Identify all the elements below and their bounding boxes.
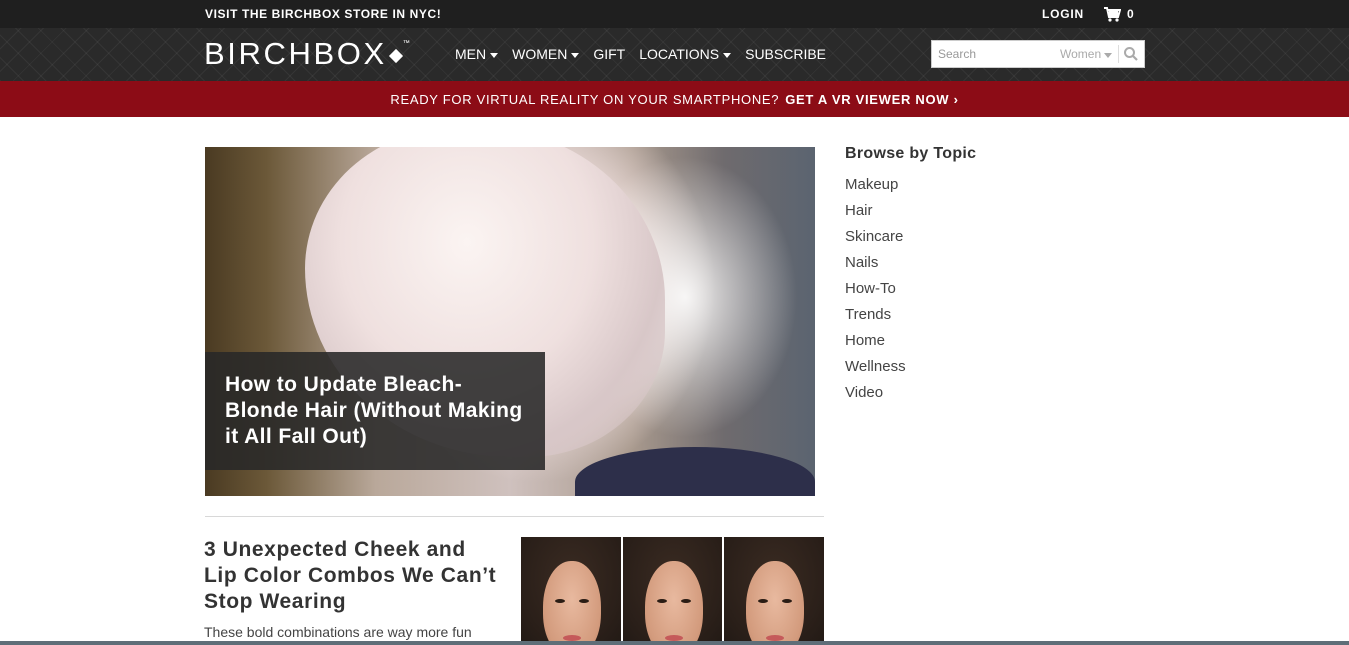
- photo-face: [543, 561, 601, 645]
- search-divider: [1118, 45, 1119, 63]
- logo-wordmark: BIRCHBOX: [204, 36, 387, 71]
- topic-link-hair[interactable]: Hair: [845, 201, 906, 227]
- topic-link-makeup[interactable]: Makeup: [845, 175, 906, 201]
- banner-cta-link[interactable]: GET A VR VIEWER NOW ›: [785, 92, 958, 107]
- topic-link-skincare[interactable]: Skincare: [845, 227, 906, 253]
- section-divider: [205, 516, 824, 517]
- cart-count: 0: [1127, 7, 1134, 21]
- hero-title: How to Update Bleach-Blonde Hair (Withou…: [225, 373, 523, 448]
- topic-link-video[interactable]: Video: [845, 383, 906, 409]
- topic-link-trends[interactable]: Trends: [845, 305, 906, 331]
- topic-link-home[interactable]: Home: [845, 331, 906, 357]
- top-utility-bar: VISIT THE BIRCHBOX STORE IN NYC! LOGIN 0: [0, 0, 1349, 28]
- nav-item-label: MEN: [455, 46, 487, 62]
- shopping-cart-icon: [1104, 6, 1121, 22]
- vr-promo-banner[interactable]: READY FOR VIRTUAL REALITY ON YOUR SMARTP…: [0, 81, 1349, 117]
- browse-by-topic: Browse by Topic Makeup Hair Skincare Nai…: [845, 145, 1045, 401]
- photo-eye: [579, 599, 589, 603]
- hero-image-detail: [575, 447, 815, 496]
- photo-face: [644, 561, 703, 645]
- topic-link-how-to[interactable]: How-To: [845, 279, 906, 305]
- logo-trademark: ™: [402, 40, 410, 47]
- photo-eye: [656, 599, 667, 603]
- store-promo-link[interactable]: VISIT THE BIRCHBOX STORE IN NYC!: [205, 7, 441, 21]
- caret-down-icon: [1104, 52, 1113, 58]
- main-nav: BIRCHBOX ™ MEN WOMEN GIFT LOCATIONS SUBS…: [0, 28, 1349, 81]
- logo-diamond-icon: [388, 48, 403, 63]
- birchbox-logo[interactable]: BIRCHBOX ™: [204, 36, 410, 71]
- topic-list: Makeup Hair Skincare Nails How-To Trends…: [845, 175, 906, 409]
- thumbnail-photo: [521, 537, 621, 645]
- caret-down-icon: [490, 52, 499, 58]
- article-title-link[interactable]: 3 Unexpected Cheek and Lip Color Combos …: [204, 537, 504, 615]
- topic-link-wellness[interactable]: Wellness: [845, 357, 906, 383]
- banner-text: READY FOR VIRTUAL REALITY ON YOUR SMARTP…: [390, 91, 780, 107]
- search-icon[interactable]: [1123, 46, 1139, 62]
- cart-button[interactable]: 0: [1104, 4, 1134, 24]
- photo-face: [746, 561, 805, 645]
- nav-item-label: LOCATIONS: [639, 46, 720, 62]
- article-description: These bold combinations are way more fun: [204, 624, 472, 640]
- search-category-value: Women: [1060, 47, 1102, 61]
- photo-eye: [555, 599, 565, 603]
- caret-down-icon: [571, 52, 580, 58]
- nav-item-men[interactable]: MEN: [455, 44, 499, 64]
- hero-feature[interactable]: How to Update Bleach-Blonde Hair (Withou…: [205, 147, 815, 496]
- os-taskbar-edge: [0, 641, 1349, 645]
- search-box: Women: [931, 40, 1145, 68]
- nav-menu: MEN WOMEN GIFT LOCATIONS SUBSCRIBE: [455, 44, 840, 64]
- login-link[interactable]: LOGIN: [1042, 7, 1084, 21]
- nav-item-label: SUBSCRIBE: [745, 46, 827, 62]
- nav-item-gift[interactable]: GIFT: [593, 44, 625, 64]
- nav-item-label: GIFT: [593, 46, 626, 62]
- topic-link-nails[interactable]: Nails: [845, 253, 906, 279]
- search-category-select[interactable]: Women: [1060, 47, 1113, 61]
- photo-eye: [680, 599, 691, 603]
- nav-item-women[interactable]: WOMEN: [512, 44, 580, 64]
- caret-down-icon: [723, 52, 732, 58]
- thumbnail-photo: [622, 537, 723, 645]
- thumbnail-photo: [724, 537, 825, 645]
- nav-item-label: WOMEN: [512, 46, 568, 62]
- hero-caption[interactable]: How to Update Bleach-Blonde Hair (Withou…: [205, 352, 545, 470]
- sidebar-heading: Browse by Topic: [845, 145, 977, 162]
- nav-item-locations[interactable]: LOCATIONS: [639, 44, 732, 64]
- article-thumbnail[interactable]: [521, 537, 825, 645]
- nav-item-subscribe[interactable]: SUBSCRIBE: [745, 44, 826, 64]
- search-input[interactable]: [932, 41, 1064, 67]
